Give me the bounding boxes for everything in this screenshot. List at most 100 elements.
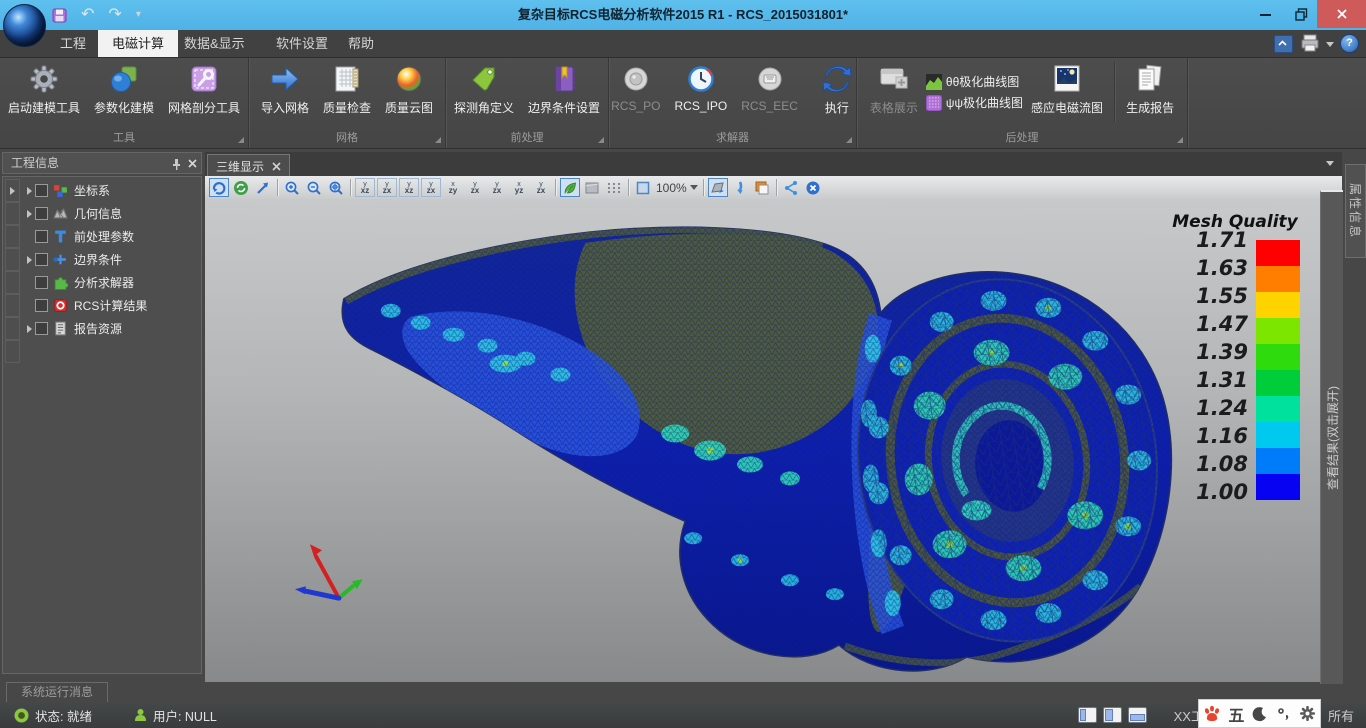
print-dropdown-icon[interactable] [1326, 42, 1334, 47]
theta-curve-button[interactable]: θθ极化曲线图 [926, 73, 1023, 90]
tree-checkbox[interactable] [35, 322, 48, 335]
view-bottom-button[interactable]: yzx [465, 178, 485, 197]
save-icon[interactable] [52, 8, 67, 23]
clear-view-button[interactable] [803, 178, 823, 197]
tab-em-compute[interactable]: 电磁计算 [98, 30, 178, 57]
tree-item-preprocess-params[interactable]: 前处理参数 [23, 225, 134, 248]
group-launcher-postprocess[interactable] [1177, 137, 1183, 143]
layout-bottom-panel-button[interactable] [1128, 707, 1147, 723]
points-view-button[interactable] [604, 178, 624, 197]
zoom-fit-button[interactable] [326, 178, 346, 197]
mesh-model [205, 199, 1320, 682]
group-launcher-preprocess[interactable] [598, 137, 604, 143]
layout-left-panel-button[interactable] [1078, 707, 1097, 723]
redo-icon[interactable]: ↷ [108, 7, 121, 23]
parametric-modeling-button[interactable]: 参数化建模 [88, 60, 160, 116]
ime-mode-wubi[interactable]: 五 [1228, 702, 1244, 726]
tab-project[interactable]: 工程 [46, 30, 100, 57]
ime-moon-icon[interactable] [1252, 706, 1268, 722]
induced-current-button[interactable]: 感应电磁流图 [1025, 60, 1109, 116]
view-top-button[interactable]: xzy [443, 178, 463, 197]
shaded-view-button[interactable] [560, 178, 580, 197]
mesh-partition-tool-button[interactable]: 网格剖分工具 [162, 60, 246, 116]
wireframe-view-button[interactable] [582, 178, 602, 197]
viewport-canvas[interactable] [205, 199, 1320, 682]
tree-checkbox[interactable] [35, 184, 48, 197]
tab-data-display[interactable]: 数据&显示 [170, 30, 259, 57]
ime-logo-paw-icon[interactable] [1203, 705, 1221, 723]
tree-checkbox[interactable] [35, 230, 48, 243]
group-launcher-mesh[interactable] [435, 137, 441, 143]
minimize-button[interactable] [1245, 0, 1285, 28]
ime-settings-gear-icon[interactable] [1299, 705, 1316, 722]
tree-item-geometry-info[interactable]: 几何信息 [23, 202, 122, 225]
boundary-axis-icon [53, 252, 68, 267]
pin-icon[interactable] [171, 158, 182, 170]
probe-angle-button[interactable]: 探测角定义 [448, 60, 520, 116]
tree-item-boundary-conditions[interactable]: 边界条件 [23, 248, 122, 271]
ime-punctuation-icon[interactable] [1276, 706, 1292, 722]
quality-contour-button[interactable]: 质量云图 [379, 60, 439, 116]
import-mesh-button[interactable]: 导入网格 [255, 60, 315, 116]
rotate-button[interactable] [209, 178, 229, 197]
app-logo[interactable] [3, 4, 46, 47]
qat-dropdown-icon[interactable]: ▾ [136, 7, 141, 23]
execute-button[interactable]: 执行 [814, 60, 860, 116]
restore-button[interactable] [1285, 0, 1317, 28]
copy-view-button[interactable] [752, 178, 772, 197]
launch-modeler-button[interactable]: 启动建模工具 [2, 60, 86, 116]
tree-checkbox[interactable] [35, 276, 48, 289]
group-launcher-solver[interactable] [846, 137, 852, 143]
orbit-button[interactable] [231, 178, 251, 197]
generate-report-button[interactable]: 生成报告 [1120, 60, 1180, 116]
expander-icon[interactable] [27, 325, 32, 333]
tree-item-solver[interactable]: 分析求解器 [23, 271, 134, 294]
property-info-tab[interactable]: 属性信息 [1345, 164, 1366, 258]
undo-icon[interactable]: ↶ [81, 7, 94, 23]
pan-button[interactable] [253, 178, 273, 197]
psi-curve-button[interactable]: ψψ极化曲线图 [926, 94, 1023, 111]
tab-list-dropdown-icon[interactable] [1326, 161, 1334, 166]
zoom-level-select[interactable]: 100% [654, 181, 700, 195]
tree-checkbox[interactable] [35, 299, 48, 312]
zoom-out-button[interactable] [304, 178, 324, 197]
results-dock-strip[interactable]: 查看结果(双击展开) [1320, 190, 1343, 684]
tab-close-icon[interactable] [272, 162, 281, 171]
tab-3d-display[interactable]: 三维显示 [207, 154, 290, 177]
help-button[interactable]: ? [1340, 34, 1359, 53]
tree-gutter-cell[interactable] [5, 179, 20, 202]
expander-icon[interactable] [27, 210, 32, 218]
tree-item-report-resources[interactable]: 报告资源 [23, 317, 122, 340]
view-back-button[interactable]: yzx [377, 178, 397, 197]
tree-checkbox[interactable] [35, 207, 48, 220]
link-nodes-button[interactable] [781, 178, 801, 197]
print-preview-icon[interactable] [1300, 33, 1322, 53]
view-right-button[interactable]: yzx [421, 178, 441, 197]
close-button[interactable] [1317, 0, 1366, 28]
expander-icon[interactable] [27, 256, 32, 264]
zoom-in-button[interactable] [282, 178, 302, 197]
expander-icon[interactable] [27, 187, 32, 195]
view-iso3-button[interactable]: yzx [531, 178, 551, 197]
import-result-button[interactable] [730, 178, 750, 197]
tree-checkbox[interactable] [35, 253, 48, 266]
tree-item-rcs-results[interactable]: RCS计算结果 [23, 294, 147, 317]
tab-help[interactable]: 帮助 [334, 30, 388, 57]
legend-band [1256, 240, 1300, 266]
boundary-settings-button[interactable]: 边界条件设置 [522, 60, 606, 116]
layout-split-panel-button[interactable] [1103, 707, 1122, 723]
scale-button[interactable] [633, 178, 653, 197]
view-iso2-button[interactable]: xyz [509, 178, 529, 197]
view-front-button[interactable]: yxz [355, 178, 375, 197]
panel-close-icon[interactable] [188, 159, 197, 168]
quality-check-button[interactable]: 质量检查 [317, 60, 377, 116]
tab-settings[interactable]: 软件设置 [262, 30, 342, 57]
pick-surface-button[interactable] [708, 178, 728, 197]
rcs-ipo-button[interactable]: RCS_IPO [669, 60, 734, 113]
tree-item-coordinate-system[interactable]: 坐标系 [23, 179, 110, 202]
ribbon-collapse-button[interactable] [1274, 35, 1293, 53]
group-launcher-tools[interactable] [238, 137, 244, 143]
view-iso1-button[interactable]: yzx [487, 178, 507, 197]
view-left-button[interactable]: yxz [399, 178, 419, 197]
system-messages-tab[interactable]: 系统运行消息 [6, 682, 108, 703]
